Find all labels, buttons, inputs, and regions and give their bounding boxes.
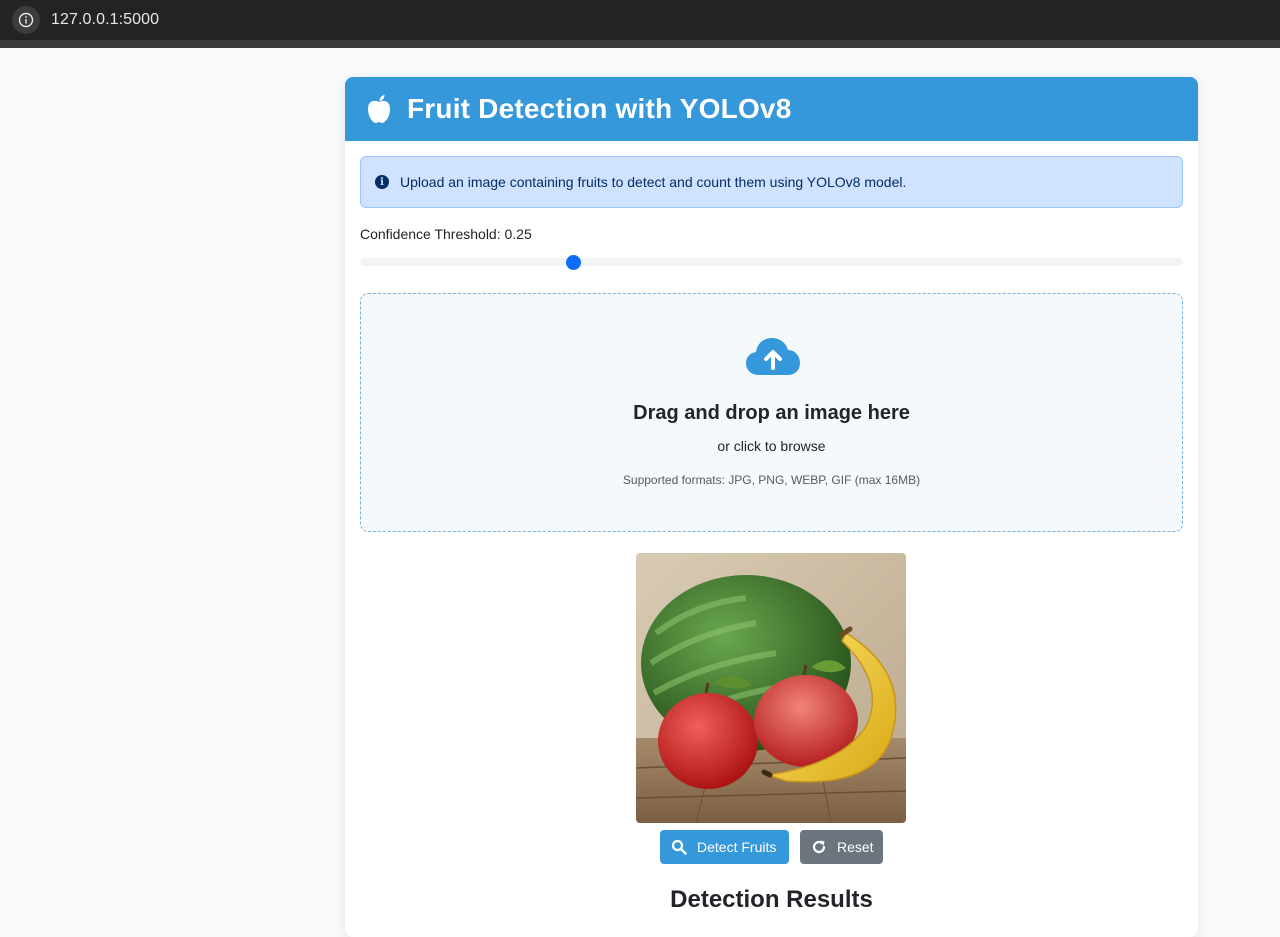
cloud-upload-icon — [746, 338, 800, 375]
dropzone-title: Drag and drop an image here — [633, 402, 910, 424]
info-alert: i Upload an image containing fruits to d… — [360, 156, 1183, 208]
confidence-slider[interactable] — [360, 254, 1183, 270]
info-circle-icon: i — [375, 175, 389, 189]
threshold-label: Confidence Threshold: 0.25 — [360, 226, 532, 242]
search-icon — [671, 839, 687, 855]
url-text[interactable]: 127.0.0.1:5000 — [51, 11, 159, 29]
redo-icon — [812, 840, 826, 854]
page-title: Fruit Detection with YOLOv8 — [407, 93, 792, 124]
fruit-photo — [636, 553, 906, 823]
detect-fruits-button[interactable]: Detect Fruits — [660, 830, 789, 864]
dropzone-subtitle: or click to browse — [717, 438, 826, 454]
main-card: Fruit Detection with YOLOv8 i Upload an … — [345, 77, 1198, 937]
alert-text: Upload an image containing fruits to det… — [400, 174, 907, 190]
info-circle-icon — [18, 12, 34, 28]
image-preview — [636, 553, 906, 823]
upload-dropzone[interactable]: Drag and drop an image here or click to … — [360, 293, 1183, 532]
site-info-button[interactable] — [12, 6, 40, 34]
slider-thumb[interactable] — [565, 254, 581, 270]
card-header: Fruit Detection with YOLOv8 — [345, 77, 1198, 141]
browser-address-bar: 127.0.0.1:5000 — [0, 0, 1280, 48]
reset-label: Reset — [837, 839, 874, 855]
dropzone-formats: Supported formats: JPG, PNG, WEBP, GIF (… — [622, 473, 921, 487]
apple-icon — [368, 95, 390, 123]
detection-results-heading: Detection Results — [670, 886, 873, 913]
detect-fruits-label: Detect Fruits — [697, 839, 777, 855]
reset-button[interactable]: Reset — [800, 830, 883, 864]
